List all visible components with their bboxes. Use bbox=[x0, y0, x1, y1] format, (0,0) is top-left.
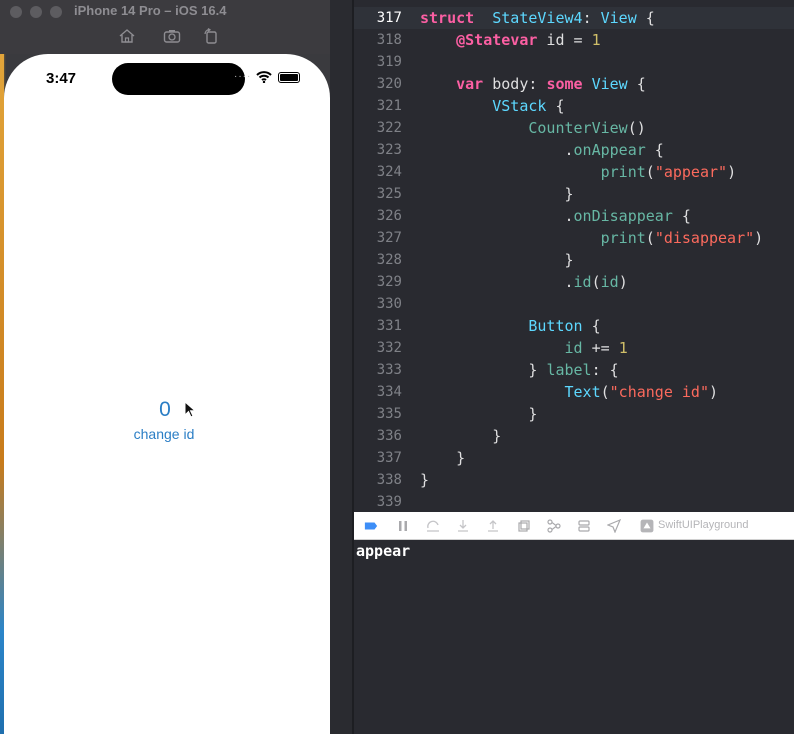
code-text: } bbox=[420, 471, 430, 489]
step-out-icon[interactable] bbox=[486, 519, 500, 533]
code-line[interactable]: 318 @Statevar id = 1 bbox=[354, 29, 794, 51]
code-line[interactable]: 336 } bbox=[354, 425, 794, 447]
code-line[interactable]: 317 struct StateView4: View { bbox=[354, 7, 794, 29]
minimize-window-button[interactable] bbox=[30, 6, 42, 18]
rotate-icon[interactable] bbox=[202, 27, 220, 44]
step-into-icon[interactable] bbox=[456, 519, 470, 533]
home-icon[interactable] bbox=[118, 28, 136, 44]
mouse-pointer-icon bbox=[184, 400, 197, 418]
line-number: 324 bbox=[376, 164, 402, 180]
iphone-screen[interactable]: 3:47 ···· 0 change id bbox=[4, 54, 330, 734]
code-line[interactable]: 321 VStack { bbox=[354, 95, 794, 117]
code-text: @Statevar id = 1 bbox=[456, 31, 601, 49]
code-text: } bbox=[420, 405, 538, 423]
line-number: 332 bbox=[376, 340, 402, 356]
code-line[interactable]: 320 var body: some View { bbox=[354, 73, 794, 95]
code-text: } bbox=[420, 185, 574, 203]
zoom-window-button[interactable] bbox=[50, 6, 62, 18]
code-text: id += 1 bbox=[564, 339, 628, 357]
code-text: } label: { bbox=[420, 361, 619, 379]
pause-icon[interactable] bbox=[396, 519, 410, 533]
close-window-button[interactable] bbox=[10, 6, 22, 18]
line-number: 318 bbox=[376, 32, 402, 48]
memory-graph-icon[interactable] bbox=[547, 519, 561, 533]
counter-value: 0 bbox=[159, 398, 171, 421]
code-text: .onDisappear { bbox=[420, 207, 691, 225]
code-line[interactable]: 333 } label: { bbox=[354, 359, 794, 381]
line-number: 339 bbox=[376, 494, 402, 510]
line-number: 323 bbox=[376, 142, 402, 158]
code-line[interactable]: 337 } bbox=[354, 447, 794, 469]
code-text: var body: some View { bbox=[456, 75, 646, 93]
line-number: 334 bbox=[376, 384, 402, 400]
line-number: 326 bbox=[376, 208, 402, 224]
line-number: 328 bbox=[376, 252, 402, 268]
code-text: } bbox=[420, 427, 502, 445]
code-text: Text("change id") bbox=[564, 383, 719, 401]
dynamic-island bbox=[112, 63, 245, 95]
line-number: 321 bbox=[376, 98, 402, 114]
line-number: 338 bbox=[376, 472, 402, 488]
code-line[interactable]: 332 id += 1 bbox=[354, 337, 794, 359]
code-text: .onAppear { bbox=[420, 141, 664, 159]
code-line[interactable]: 323 .onAppear { bbox=[354, 139, 794, 161]
debug-bar: SwiftUIPlayground bbox=[354, 512, 794, 540]
line-number: 333 bbox=[376, 362, 402, 378]
line-number: 327 bbox=[376, 230, 402, 246]
code-line[interactable]: 319 bbox=[354, 51, 794, 73]
code-text: Button { bbox=[528, 317, 601, 335]
line-number: 331 bbox=[376, 318, 402, 334]
line-number: 330 bbox=[376, 296, 402, 312]
code-line[interactable]: 339 bbox=[354, 491, 794, 512]
breakpoint-toggle-icon[interactable] bbox=[364, 519, 380, 533]
code-text: .id(id) bbox=[420, 273, 628, 291]
screenshot-icon[interactable] bbox=[163, 28, 181, 44]
code-text: print("appear") bbox=[600, 163, 737, 181]
code-line[interactable]: 327 print("disappear") bbox=[354, 227, 794, 249]
line-number: 320 bbox=[376, 76, 402, 92]
code-line[interactable]: 330 bbox=[354, 293, 794, 315]
code-text: struct StateView4: View { bbox=[420, 9, 655, 27]
code-line[interactable]: 331 Button { bbox=[354, 315, 794, 337]
wifi-icon bbox=[256, 70, 272, 84]
code-line[interactable]: 325 } bbox=[354, 183, 794, 205]
line-number: 322 bbox=[376, 120, 402, 136]
code-text: CounterView() bbox=[528, 119, 646, 137]
environment-icon[interactable] bbox=[577, 519, 591, 533]
step-over-icon[interactable] bbox=[426, 519, 440, 533]
debug-target-label[interactable]: SwiftUIPlayground bbox=[658, 519, 749, 531]
simulator-titlebar: iPhone 14 Pro – iOS 16.4 bbox=[0, 0, 330, 54]
console-output: appear bbox=[356, 542, 411, 560]
app-target-icon bbox=[640, 519, 654, 533]
battery-icon bbox=[278, 72, 300, 83]
location-icon[interactable] bbox=[606, 518, 622, 534]
simulator-title: iPhone 14 Pro – iOS 16.4 bbox=[74, 3, 227, 18]
code-text: } bbox=[420, 449, 466, 467]
code-line[interactable]: 324 print("appear") bbox=[354, 161, 794, 183]
debug-view-hierarchy-icon[interactable] bbox=[517, 519, 531, 533]
line-number: 325 bbox=[376, 186, 402, 202]
code-text: VStack { bbox=[492, 97, 565, 115]
code-line[interactable]: 329 .id(id) bbox=[354, 271, 794, 293]
code-line[interactable]: 334 Text("change id") bbox=[354, 381, 794, 403]
window-gap bbox=[330, 0, 354, 734]
change-id-button[interactable]: change id bbox=[114, 426, 214, 442]
code-line[interactable]: 335 } bbox=[354, 403, 794, 425]
line-number: 336 bbox=[376, 428, 402, 444]
line-number: 319 bbox=[376, 54, 402, 70]
code-text: } bbox=[420, 251, 574, 269]
code-line[interactable]: 338} bbox=[354, 469, 794, 491]
code-line[interactable]: 322 CounterView() bbox=[354, 117, 794, 139]
code-text: print("disappear") bbox=[600, 229, 764, 247]
line-number: 329 bbox=[376, 274, 402, 290]
line-number: 317 bbox=[376, 10, 402, 26]
code-editor[interactable]: 317 struct StateView4: View { 318 @Stateva… bbox=[354, 0, 794, 512]
code-line[interactable]: 328 } bbox=[354, 249, 794, 271]
code-line[interactable]: 326 .onDisappear { bbox=[354, 205, 794, 227]
line-number: 337 bbox=[376, 450, 402, 466]
status-bar-time: 3:47 bbox=[46, 70, 77, 87]
debug-console[interactable]: appear bbox=[354, 540, 794, 734]
line-number: 335 bbox=[376, 406, 402, 422]
cellular-signal-icon: ···· bbox=[234, 71, 252, 82]
